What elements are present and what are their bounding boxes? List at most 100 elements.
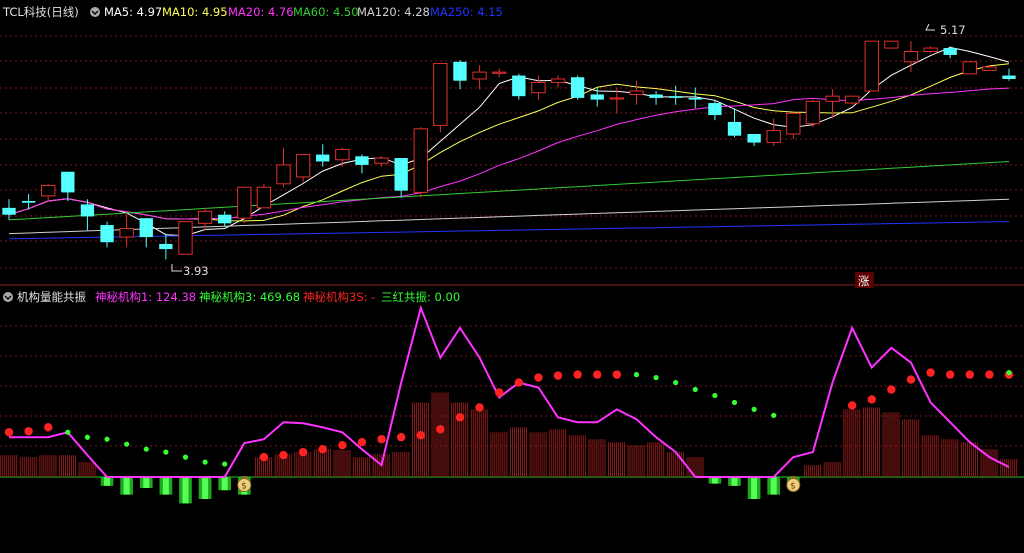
volume-bar-up [78,462,96,477]
candle-body-up [335,148,350,161]
candle-body-up [276,164,291,185]
candle-body-down [727,121,742,136]
low-value: 3.93 [183,264,209,278]
green-dot [1006,370,1012,376]
low-annotation: 3.93 [171,264,209,278]
green-dot [222,461,228,467]
candle-body-down [453,61,467,81]
candle [100,221,114,248]
candle-body-up [295,154,311,178]
candle-body-up [923,47,938,52]
candle-body-up [492,71,507,74]
candle [844,95,860,105]
volume-bar-down-core [751,477,758,499]
volume-bar-down-core [731,477,738,486]
candle [394,158,408,198]
volume-bar-up [19,457,37,477]
indicator-dots [4,368,1014,467]
red-dot [475,403,484,412]
red-dot [298,447,308,457]
candle [570,75,585,100]
volume-bar-up [58,455,76,477]
candle-body-down [649,94,663,98]
volume-bar-up [627,445,645,477]
red-dot [553,371,563,380]
candle [295,154,311,183]
green-dot [653,374,659,381]
ma120-label: MA120: 4.28 [357,5,430,19]
red-dot [926,368,935,377]
volume-bar-up [333,450,351,477]
red-dot [436,425,445,434]
red-dot [4,428,14,437]
candle-body-up [374,157,389,164]
volume-bar-up [0,455,18,477]
series3s-label: 神秘机构3S: - [303,290,375,304]
volume-bar-up [666,452,684,477]
green-dot [143,446,149,452]
ma5-line [8,46,1010,237]
red-dot [377,435,386,444]
volume-bar-up [862,407,880,477]
candle-body-up [550,78,566,83]
candle [433,63,448,133]
ma120-line [8,198,1010,235]
candle [1002,68,1016,81]
green-dot [771,412,777,418]
candle [649,91,663,105]
red-dot [887,385,896,394]
candle [805,99,821,128]
candle-body-down [1002,75,1016,79]
volume-bar-down-core [123,477,130,495]
volume-bar-up [392,452,410,477]
red-dot [44,423,53,432]
high-arrow-icon [925,23,935,31]
indicator-title: 机构量能共振 [17,290,86,304]
volume-bar-up [941,439,959,477]
stock-chart: $ $ TCL科技(日线) MA5: 4.97 MA10: 4.95 MA20: … [0,5,1024,504]
candle [256,183,272,209]
red-dot [514,378,524,387]
green-dot [202,459,208,465]
candle-body-down [159,243,173,250]
indicator-bars [0,392,1018,504]
green-dot [65,429,71,435]
limit-badge-text: 涨 [858,274,870,288]
candle [41,183,56,201]
series1-line [9,304,1010,478]
volume-bar-down-core [143,477,150,488]
volume-bar-up [608,442,626,477]
candle [218,211,232,227]
price-header: TCL科技(日线) MA5: 4.97 MA10: 4.95 MA20: 4.7… [2,5,503,19]
volume-bar-down-core [182,477,189,504]
red-dot [867,395,876,404]
chevron-down-icon[interactable] [90,7,100,17]
chevron-down-icon[interactable] [3,292,13,302]
candle-body-down [669,96,683,98]
candle [119,213,134,248]
red-dot [906,375,916,384]
red-dot [573,370,582,379]
candle-body-down [943,48,957,55]
series3-label: 神秘机构3: 469.68 [199,290,300,304]
candle [335,147,350,167]
red-dot [985,370,994,379]
moving-average-lines [8,46,1010,240]
candle-body-down [355,156,369,165]
high-value: 5.17 [940,23,966,37]
volume-bar-up [823,462,841,477]
candle [355,154,369,174]
volume-bar-up [647,442,665,477]
volume-bar-up [588,439,606,477]
candle-body-down [61,171,75,193]
red-dot [24,427,33,436]
money-bag-tie [241,476,248,479]
candle-body-down [100,225,114,243]
indicator-line [9,304,1010,478]
candle-body-up [864,40,879,92]
ma10-label: MA10: 4.95 [162,5,228,19]
volume-bar-up [509,427,527,477]
candle [178,221,193,255]
candle [962,61,977,75]
indicator-header: 机构量能共振 神秘机构1: 124.38 神秘机构3: 469.68 神秘机构3… [3,290,460,304]
